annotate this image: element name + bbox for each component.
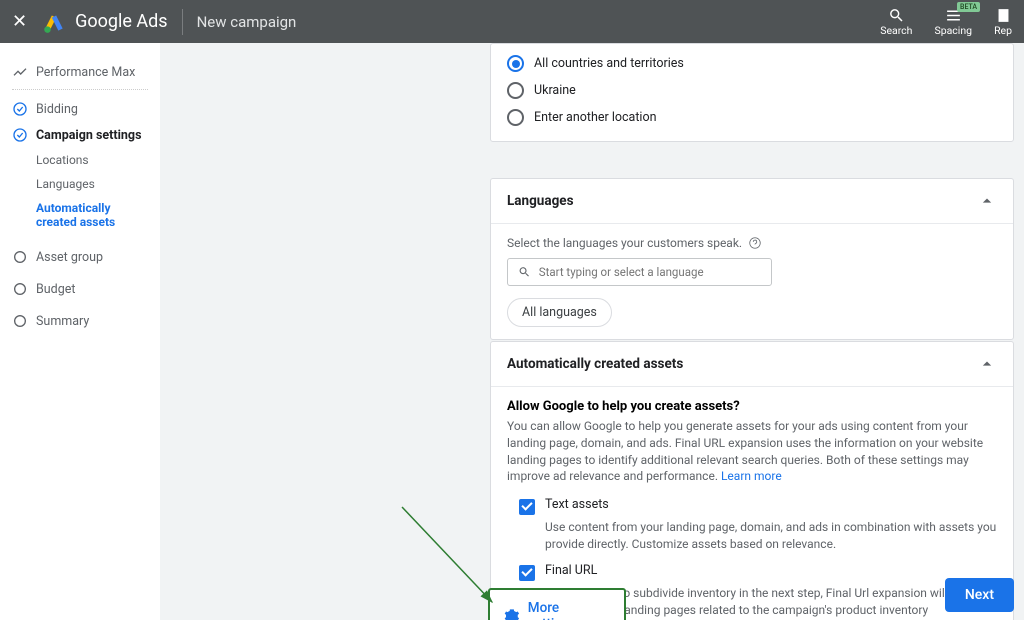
languages-card: Languages Select the languages your cust… (490, 178, 1014, 340)
location-option-enter[interactable]: Enter another location (507, 104, 997, 131)
sidebar: Performance Max Bidding Campaign setting… (0, 43, 160, 620)
auto-assets-question: Allow Google to help you create assets? (507, 399, 997, 414)
topbar: ✕ Google Ads New campaign Search BETA Sp… (0, 0, 1024, 43)
google-ads-logo (41, 9, 67, 35)
auto-assets-desc: You can allow Google to help you generat… (507, 418, 997, 485)
search-icon (888, 7, 905, 24)
next-button[interactable]: Next (945, 578, 1014, 612)
check-circle-icon (12, 101, 28, 117)
locations-card: All countries and territories Ukraine En… (490, 43, 1014, 142)
radio-icon (507, 82, 524, 99)
radio-icon (507, 109, 524, 126)
more-settings-label: More settings (528, 600, 610, 620)
reports-action[interactable]: Rep (994, 7, 1012, 37)
check-circle-icon (12, 127, 28, 143)
radio-icon (507, 55, 524, 72)
circle-icon (12, 281, 28, 297)
languages-title: Languages (507, 193, 574, 209)
languages-hint: Select the languages your customers spea… (507, 236, 997, 250)
location-option-ukraine[interactable]: Ukraine (507, 77, 997, 104)
brand-title: Google Ads (75, 11, 167, 32)
auto-assets-title: Automatically created assets (507, 356, 683, 372)
learn-more-link[interactable]: Learn more (721, 469, 782, 483)
step-summary[interactable]: Summary (12, 308, 148, 334)
topbar-divider (182, 9, 183, 35)
search-action[interactable]: Search (880, 7, 912, 37)
circle-icon (12, 313, 28, 329)
more-settings-button[interactable]: More settings (488, 588, 626, 620)
help-icon[interactable] (748, 236, 762, 250)
beta-badge: BETA (957, 2, 980, 12)
sub-locations[interactable]: Locations (12, 148, 148, 172)
search-label: Search (880, 24, 912, 37)
auto-assets-card: Automatically created assets Allow Googl… (490, 341, 1014, 620)
reports-icon (995, 7, 1012, 24)
text-assets-desc: Use content from your landing page, doma… (545, 519, 997, 553)
step-budget[interactable]: Budget (12, 276, 148, 302)
page-title: New campaign (197, 13, 297, 31)
language-input[interactable] (539, 265, 761, 279)
step-label: Summary (36, 314, 89, 329)
text-assets-label: Text assets (545, 497, 609, 512)
step-label: Budget (36, 282, 75, 297)
circle-icon (12, 249, 28, 265)
trend-icon (12, 64, 28, 80)
chevron-up-icon[interactable] (977, 354, 997, 374)
sub-auto-assets[interactable]: Automatically created assets (12, 196, 148, 234)
spacing-action[interactable]: BETA Spacing (934, 7, 972, 37)
step-label: Performance Max (36, 65, 135, 80)
location-option-all[interactable]: All countries and territories (507, 50, 997, 77)
step-campaign-settings[interactable]: Campaign settings (12, 122, 148, 148)
step-performance-max[interactable]: Performance Max (12, 59, 148, 85)
close-icon[interactable]: ✕ (12, 11, 27, 32)
spacing-label: Spacing (934, 24, 972, 37)
checkbox-final-url[interactable] (519, 565, 535, 581)
step-asset-group[interactable]: Asset group (12, 244, 148, 270)
step-label: Bidding (36, 102, 78, 117)
step-bidding[interactable]: Bidding (12, 96, 148, 122)
reports-label: Rep (994, 24, 1012, 37)
step-label: Asset group (36, 250, 103, 265)
main-content: All countries and territories Ukraine En… (160, 43, 1024, 620)
checkbox-text-assets[interactable] (519, 499, 535, 515)
chevron-up-icon[interactable] (977, 191, 997, 211)
final-url-label: Final URL (545, 563, 597, 578)
language-chip-all[interactable]: All languages (507, 298, 612, 327)
search-icon (518, 265, 531, 279)
language-search[interactable] (507, 258, 772, 286)
sub-languages[interactable]: Languages (12, 172, 148, 196)
gear-icon (504, 608, 520, 620)
step-label: Campaign settings (36, 128, 142, 143)
